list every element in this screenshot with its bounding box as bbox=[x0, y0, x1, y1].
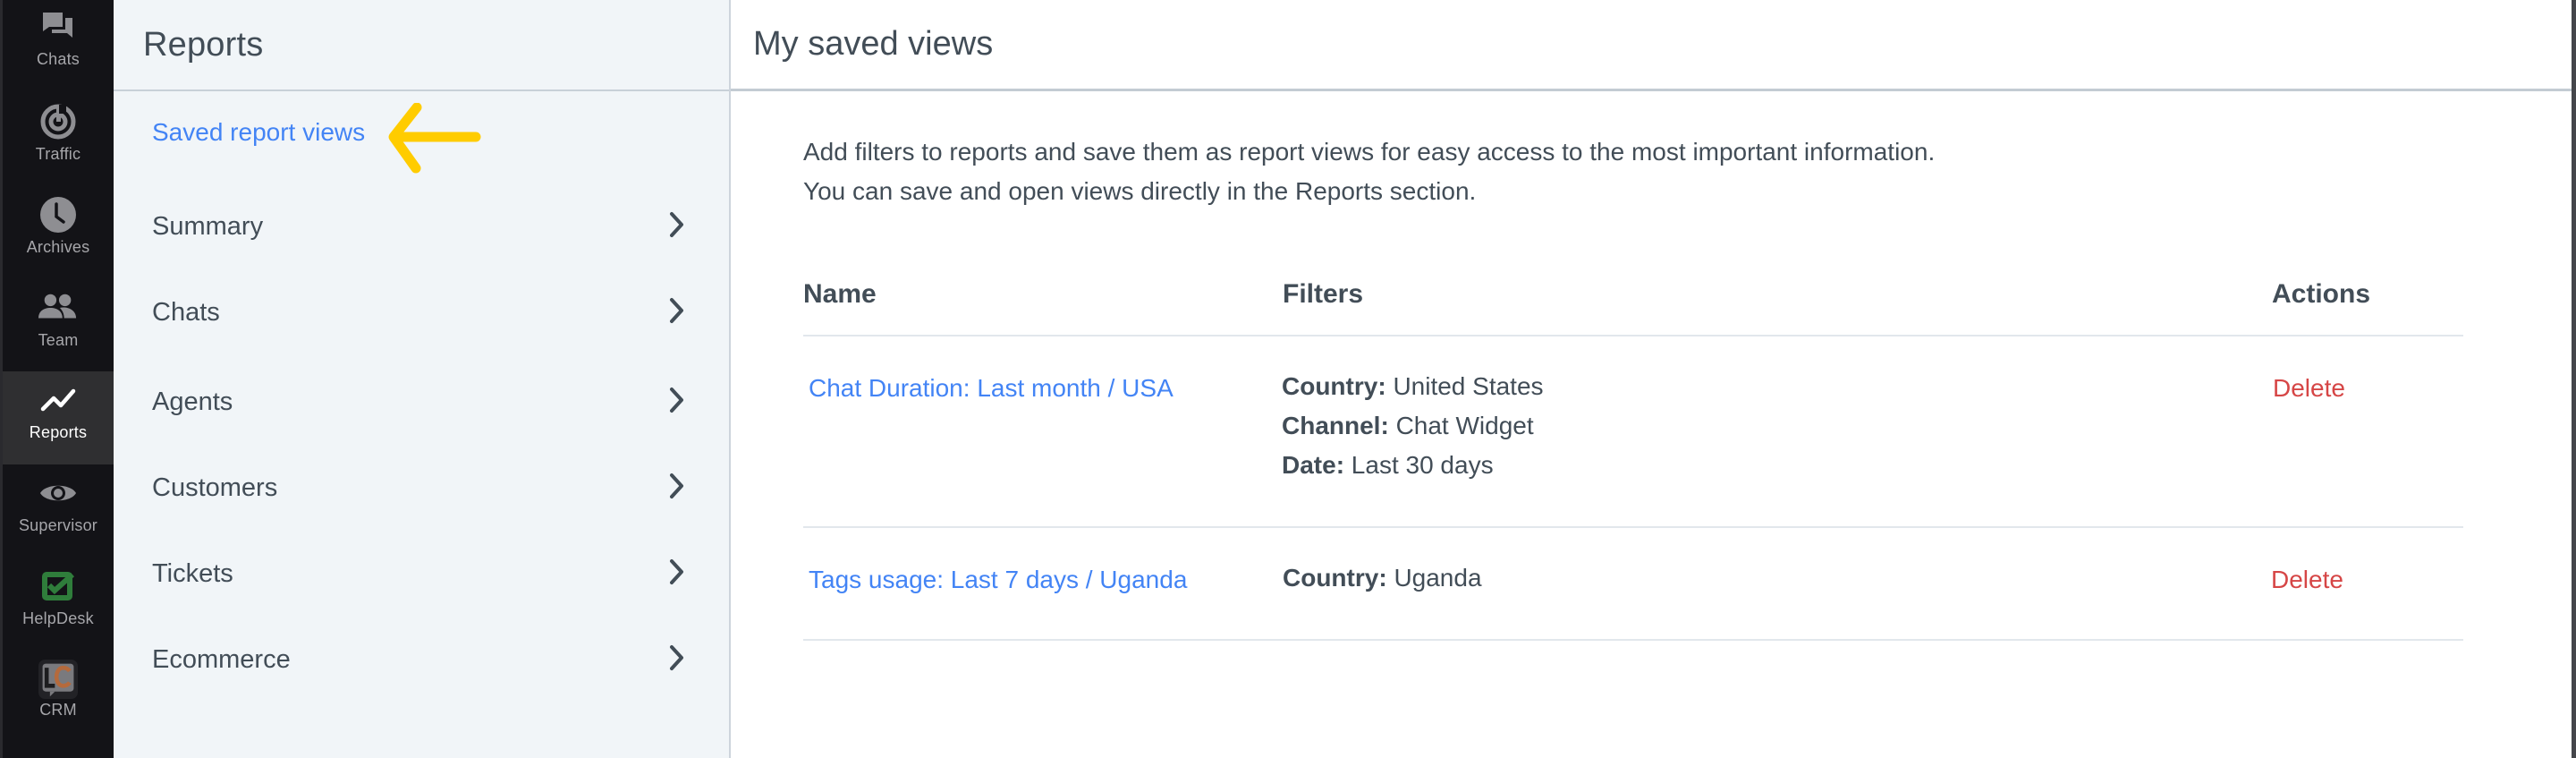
delete-button[interactable]: Delete bbox=[2271, 566, 2343, 594]
delete-button[interactable]: Delete bbox=[2273, 374, 2345, 403]
column-header-actions: Actions bbox=[2272, 279, 2371, 309]
reports-chart-icon bbox=[38, 380, 78, 420]
main-header: My saved views bbox=[731, 0, 2576, 91]
rail-label: Supervisor bbox=[18, 516, 98, 534]
subnav-item-tickets[interactable]: Tickets bbox=[114, 542, 729, 605]
filters-cell: Country: Uganda bbox=[1283, 558, 1482, 598]
rail-label: Archives bbox=[26, 238, 90, 256]
rail-item-archives[interactable]: Archives bbox=[3, 186, 114, 279]
filter-value: Chat Widget bbox=[1395, 412, 1534, 439]
filter-line: Date: Last 30 days bbox=[1282, 446, 1544, 485]
saved-report-views-link[interactable]: Saved report views bbox=[152, 118, 365, 147]
rail-label: Reports bbox=[29, 423, 88, 441]
chevron-right-icon bbox=[668, 211, 686, 243]
team-icon bbox=[38, 288, 78, 328]
filter-key: Channel: bbox=[1282, 412, 1389, 439]
chevron-right-icon bbox=[668, 558, 686, 590]
subnav-item-label: Ecommerce bbox=[152, 644, 291, 674]
filter-line: Country: Uganda bbox=[1283, 558, 1482, 598]
rail-item-traffic[interactable]: Traffic bbox=[3, 93, 114, 186]
subnav-item-label: Chats bbox=[152, 297, 220, 327]
filter-value: Uganda bbox=[1394, 564, 1482, 592]
rail-label: Team bbox=[38, 331, 79, 349]
filter-line: Channel: Chat Widget bbox=[1282, 406, 1544, 446]
rail-item-team[interactable]: Team bbox=[3, 279, 114, 372]
subnav-item-ecommerce[interactable]: Ecommerce bbox=[114, 628, 729, 691]
row-divider bbox=[803, 526, 2463, 528]
rail-item-crm[interactable]: CRM bbox=[3, 651, 114, 744]
archives-clock-icon bbox=[38, 195, 78, 234]
saved-view-link[interactable]: Chat Duration: Last month / USA bbox=[809, 374, 1174, 403]
window-edge bbox=[2572, 0, 2576, 758]
chevron-right-icon bbox=[668, 297, 686, 328]
subnav-title: Reports bbox=[143, 25, 264, 64]
subnav-item-label: Tickets bbox=[152, 558, 233, 588]
chevron-right-icon bbox=[668, 644, 686, 676]
chats-icon bbox=[38, 7, 78, 47]
rail-label: Chats bbox=[36, 50, 80, 68]
filter-value: Last 30 days bbox=[1351, 451, 1494, 479]
chevron-right-icon bbox=[668, 387, 686, 418]
header-divider bbox=[803, 335, 2463, 336]
subnav-item-customers[interactable]: Customers bbox=[114, 456, 729, 519]
supervisor-eye-icon bbox=[38, 473, 78, 513]
column-header-filters: Filters bbox=[1283, 279, 1364, 309]
description: Add filters to reports and save them as … bbox=[803, 132, 1935, 211]
subnav-item-label: Summary bbox=[152, 211, 264, 241]
filter-value: United States bbox=[1393, 372, 1544, 400]
description-line: Add filters to reports and save them as … bbox=[803, 138, 1936, 166]
filter-key: Country: bbox=[1282, 372, 1386, 400]
chevron-right-icon bbox=[668, 473, 686, 504]
annotation-arrow-icon bbox=[386, 102, 485, 179]
traffic-icon bbox=[38, 102, 78, 141]
main-content: My saved views Add filters to reports an… bbox=[731, 0, 2576, 758]
page-title: My saved views bbox=[753, 25, 994, 63]
rail-item-chats[interactable]: Chats bbox=[3, 0, 114, 93]
rail-label: Traffic bbox=[35, 145, 81, 163]
rail-item-helpdesk[interactable]: HelpDesk bbox=[3, 558, 114, 651]
filters-cell: Country: United States Channel: Chat Wid… bbox=[1282, 367, 1544, 485]
column-header-name: Name bbox=[803, 279, 877, 309]
row-divider bbox=[803, 639, 2463, 641]
rail-item-supervisor[interactable]: Supervisor bbox=[3, 464, 114, 558]
rail-label: CRM bbox=[39, 701, 77, 719]
helpdesk-check-icon bbox=[38, 566, 78, 606]
subnav-header: Reports bbox=[114, 0, 729, 91]
filter-line: Country: United States bbox=[1282, 367, 1544, 406]
subnav-item-label: Agents bbox=[152, 387, 233, 416]
description-line: You can save and open views directly in … bbox=[803, 177, 1477, 205]
reports-subnav: Reports Saved report views Summary Chats… bbox=[114, 0, 731, 758]
filter-key: Country: bbox=[1283, 564, 1387, 592]
subnav-item-summary[interactable]: Summary bbox=[114, 195, 729, 258]
subnav-item-agents[interactable]: Agents bbox=[114, 370, 729, 433]
subnav-item-label: Customers bbox=[152, 473, 278, 502]
rail-item-reports[interactable]: Reports bbox=[3, 371, 114, 464]
rail-label: HelpDesk bbox=[22, 609, 94, 627]
saved-view-link[interactable]: Tags usage: Last 7 days / Uganda bbox=[809, 566, 1187, 594]
filter-key: Date: bbox=[1282, 451, 1345, 479]
crm-lc-icon bbox=[38, 660, 78, 699]
icon-rail: Chats Traffic Archives Team Reports Supe… bbox=[0, 0, 114, 758]
subnav-item-chats[interactable]: Chats bbox=[114, 281, 729, 344]
